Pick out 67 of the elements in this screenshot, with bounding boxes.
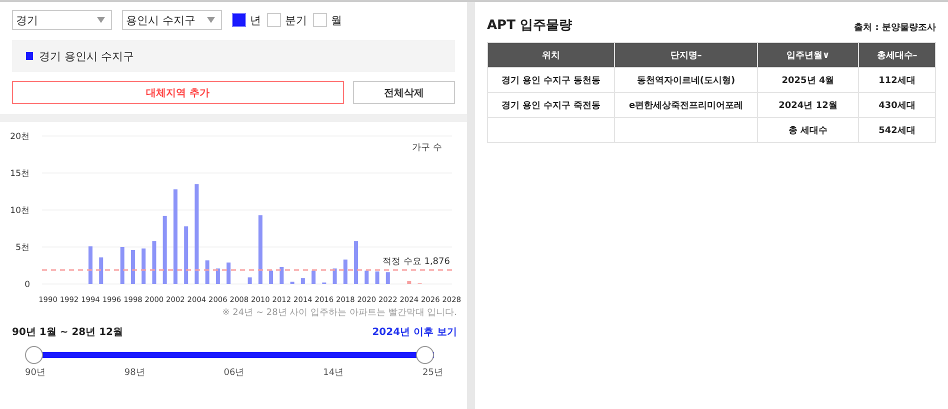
bar: [407, 281, 412, 284]
after-2024-link[interactable]: 2024년 이후 보기: [372, 325, 457, 339]
bar: [88, 246, 92, 284]
chart-note: ※ 24년 ~ 28년 사이 입주하는 아파트는 빨간막대 입니다.: [221, 307, 458, 319]
period-checkbox[interactable]: 월: [313, 12, 342, 28]
y-tick-label: 10천: [10, 206, 30, 216]
y-axis-label: 가구 수: [412, 143, 442, 153]
column-header[interactable]: 단지명–: [614, 42, 758, 68]
bar: [364, 270, 369, 284]
table-cell: 경기 용인 수지구 동천동: [501, 76, 601, 86]
bar: [343, 260, 348, 284]
range-label: 90년 1월 ~ 28년 12월: [12, 326, 124, 339]
bar: [248, 277, 252, 284]
bar: [130, 250, 135, 284]
slider-tick-label: 90년: [25, 367, 46, 379]
bar: [120, 247, 124, 284]
legend-label: 경기 용인시 수지구: [39, 48, 134, 64]
bar: [332, 268, 337, 284]
table-cell: 동천역자이르네(도시형): [636, 76, 736, 86]
period-checkbox[interactable]: 년: [232, 12, 261, 28]
province-select[interactable]: 경기: [12, 10, 112, 30]
bar: [216, 268, 220, 284]
y-tick-label: 5천: [16, 243, 30, 253]
table-cell: e편한세상죽전프리미어포레: [628, 100, 744, 110]
slider-handle[interactable]: [25, 346, 43, 364]
bar: [312, 270, 316, 284]
table-cell: 2025년 4월: [782, 76, 834, 86]
table-cell: 112세대: [878, 76, 916, 86]
period-checkbox[interactable]: 분기: [267, 12, 307, 28]
bar: [290, 282, 294, 284]
source-text: 출처 : 분양물량조사: [854, 22, 936, 34]
bar: [205, 260, 210, 284]
table-cell: 총 세대수: [788, 126, 828, 136]
table-cell: 2024년 12월: [778, 100, 838, 110]
bar: [152, 241, 156, 284]
table-cell: 542세대: [878, 126, 916, 136]
column-header[interactable]: 총세대수–: [858, 42, 936, 68]
bar: [99, 257, 104, 284]
bar: [226, 262, 231, 284]
slider-tick-label: 25년: [422, 367, 443, 379]
table-cell: 430세대: [878, 100, 916, 110]
slider-handle[interactable]: [416, 346, 434, 364]
slider-tick-label: 14년: [323, 367, 344, 379]
bar: [162, 216, 167, 284]
column-header[interactable]: 입주년월∨: [758, 42, 858, 68]
bar: [354, 241, 358, 284]
section-title: APT 입주물량: [487, 17, 572, 34]
reference-label: 적정 수요 1,876: [382, 256, 450, 267]
y-tick-label: 20천: [10, 132, 30, 142]
slider-tick-label: 06년: [224, 367, 244, 379]
y-tick-label: 15천: [10, 169, 30, 179]
clear-all-button[interactable]: 전체삭제: [352, 81, 455, 104]
bar: [269, 270, 274, 284]
city-select[interactable]: 용인시 수지구: [122, 10, 222, 30]
caret-icon: [97, 17, 105, 23]
y-tick-label: 0: [24, 280, 30, 290]
column-header[interactable]: 위치: [488, 42, 614, 68]
bar: [386, 272, 390, 284]
slider-tick-label: 98년: [124, 367, 145, 379]
caret-icon: [207, 17, 215, 23]
table-cell: 경기 용인 수지구 죽전동: [501, 100, 601, 110]
bar: [184, 226, 188, 284]
bar: [142, 248, 146, 284]
bar: [280, 266, 284, 284]
bar: [300, 278, 305, 284]
bar: [258, 215, 262, 284]
bar: [375, 271, 380, 284]
